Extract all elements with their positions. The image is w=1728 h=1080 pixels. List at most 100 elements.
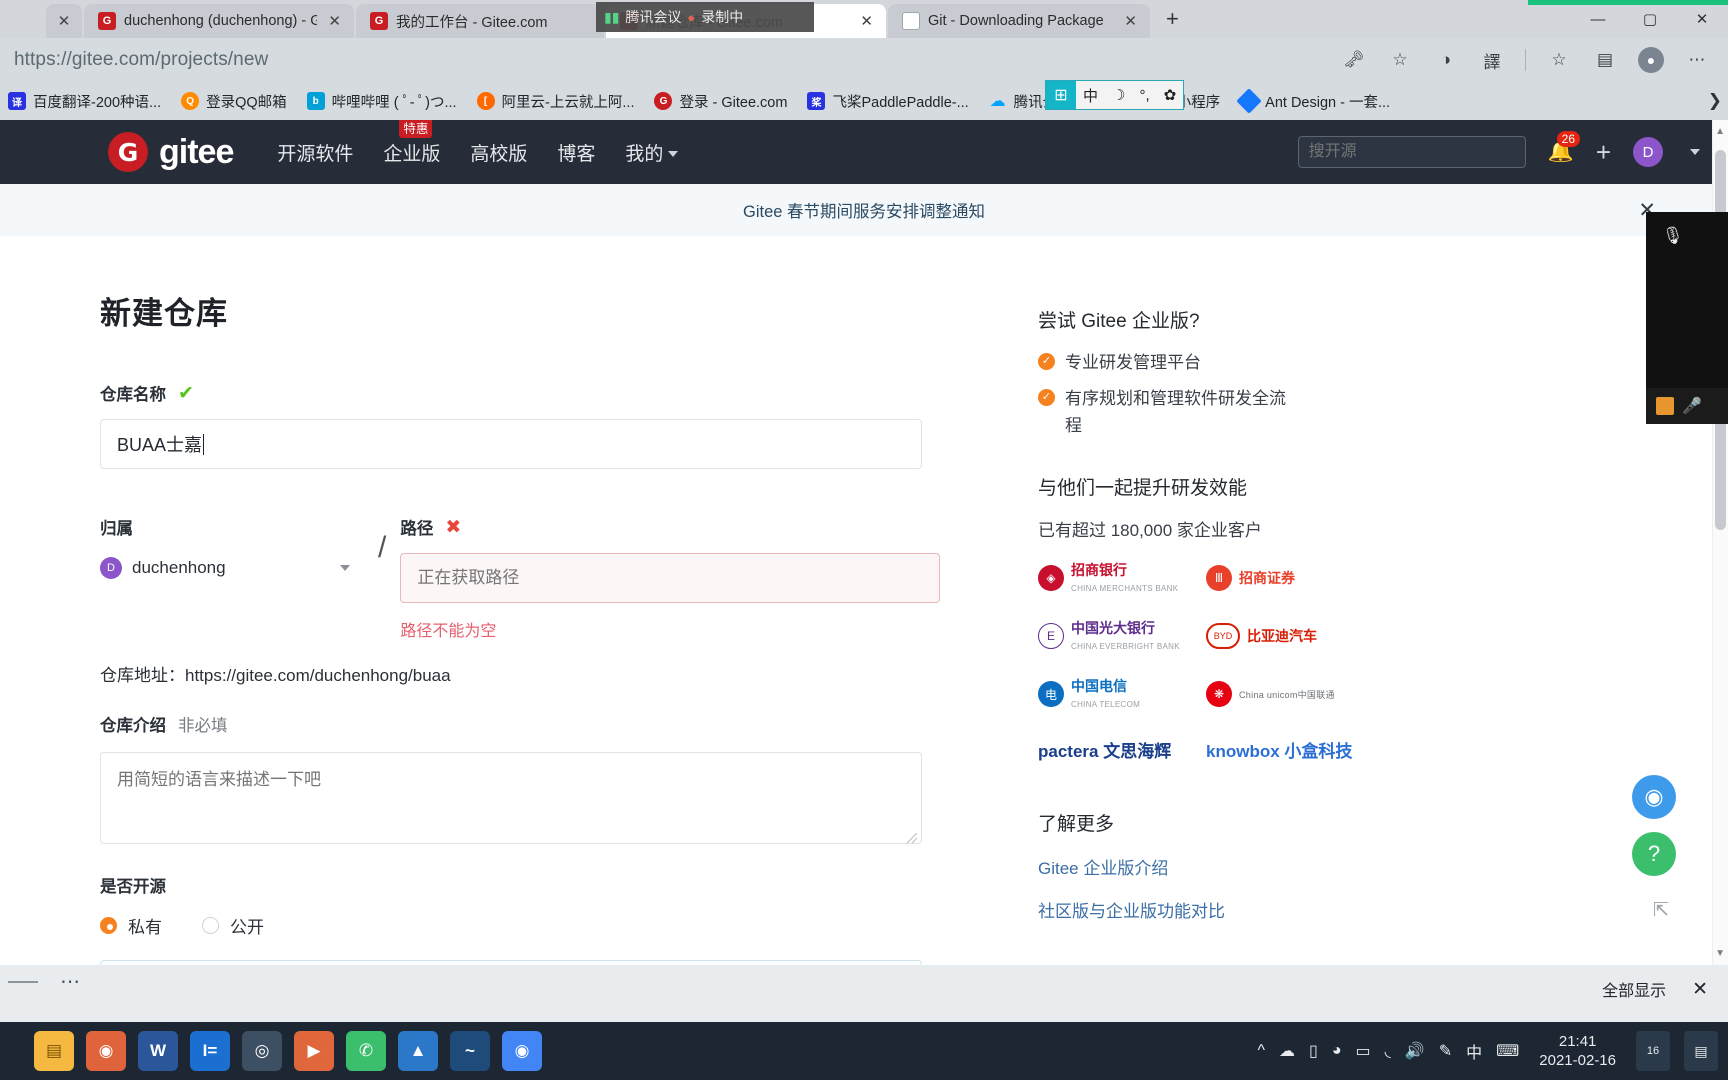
collections-icon[interactable]: ▤ [1592,47,1618,73]
word-icon[interactable]: W [138,1031,178,1071]
cloud-icon[interactable]: ☁ [1279,1041,1295,1061]
repo-name-input[interactable]: BUAA士嘉 [100,419,922,469]
bookmarks-overflow-icon[interactable]: ❯ [1708,91,1722,111]
ime-toolbar[interactable]: ⊞ 中 ☽ °, ✿ [1045,80,1185,110]
tencent-cloud-icon: ☁ [989,93,1006,110]
resize-grip-icon[interactable] [906,832,918,844]
radio-public[interactable]: 公开 [202,913,264,938]
close-icon[interactable]: ✕ [1692,978,1708,1001]
tab-duchenhong[interactable]: G duchenhong (duchenhong) - Git ✕ [84,4,354,38]
microphone-icon[interactable]: 🎙 [1662,226,1684,246]
tab-partial[interactable]: ✕ [46,4,82,38]
tab-workbench[interactable]: G 我的工作台 - Gitee.com [356,4,604,38]
chevron-up-icon[interactable]: ^ [1258,1042,1266,1060]
check-circle-icon: ✓ [1038,353,1055,370]
media-player-icon[interactable]: ▶ [294,1031,334,1071]
chevron-down-icon[interactable] [1690,149,1700,155]
owner-select[interactable]: D duchenhong [100,557,350,585]
moon-icon[interactable]: ☽ [1105,86,1132,104]
bookmark-item[interactable]: 译 百度翻译-200种语... [8,91,161,112]
nav-item-opensource[interactable]: 开源软件 [277,139,353,166]
terminal-icon[interactable]: ~ [450,1031,490,1071]
punctuation-icon[interactable]: °, [1132,87,1156,104]
tab-git-download[interactable]: ▤ Git - Downloading Package ✕ [888,4,1150,38]
maximize-button[interactable]: ▢ [1624,0,1676,38]
scroll-up-icon[interactable]: ▲ [1715,126,1725,137]
favorite-icon[interactable]: ☆ [1546,47,1572,73]
gitee-logo[interactable]: G gitee [108,132,234,172]
bookmark-item[interactable]: 桨 飞桨PaddlePaddle-... [807,91,969,112]
address-bar[interactable]: https://gitee.com/projects/new [14,49,1341,71]
translate-icon[interactable]: 譯 [1479,47,1505,73]
battery-icon[interactable]: ▯ [1309,1041,1318,1061]
notification-bell-icon[interactable]: 🔔 26 [1548,131,1581,164]
extension-icon[interactable]: ◑ [1433,47,1459,73]
more-icon[interactable]: ⋯ [60,972,82,992]
close-icon[interactable]: ✕ [1121,12,1140,30]
action-center-icon[interactable]: ▤ [1684,1031,1718,1071]
close-icon[interactable]: ✕ [55,12,74,30]
pen-icon[interactable]: ✎ [1439,1041,1452,1061]
bookmark-item[interactable]: G 登录 - Gitee.com [654,91,787,112]
chrome-icon[interactable]: ◉ [502,1031,542,1071]
taskbar: ▤ ◉ W I= ◎ ▶ ✆ ▲ ~ ◉ ^ ☁ ▯ ◕ ▭ ◟ 🔊 ✎ 中 ⌨… [0,1022,1728,1080]
close-window-button[interactable]: ✕ [1676,0,1728,38]
bookmark-item[interactable]: b 哔哩哔哩 ( ﾟ- ﾟ)つ... [306,91,457,112]
bookmark-item[interactable]: Q 登录QQ邮箱 [181,91,287,112]
notice-text[interactable]: Gitee 春节期间服务安排调整通知 [743,198,985,222]
nav-item-enterprise[interactable]: 特惠 企业版 [383,120,440,166]
check-circle-icon: ✓ [1038,389,1055,406]
nav-item-mine[interactable]: 我的 [625,139,679,166]
more-icon[interactable]: ⋯ [1684,47,1710,73]
folder-icon[interactable]: ▭ [1356,1041,1371,1061]
clock[interactable]: 21:41 2021-02-16 [1533,1032,1622,1070]
meeting-recording-overlay[interactable]: ▮▮ 腾讯会议 ● 录制中 [596,2,814,32]
person-icon[interactable] [1656,397,1674,415]
keyboard-icon[interactable]: ⊞ [1046,81,1076,109]
visual-app-icon[interactable]: ▲ [398,1031,438,1071]
add-new-icon[interactable]: + [1596,137,1611,168]
share-icon[interactable]: ⇱ [1646,895,1676,925]
minimize-button[interactable]: — [1572,0,1624,38]
profile-icon[interactable]: ● [1638,47,1664,73]
desc-textarea[interactable] [100,752,922,844]
star-icon[interactable]: ☆ [1387,47,1413,73]
microphone-icon[interactable]: 🎤 [1682,396,1702,416]
bookmark-item[interactable]: [ 阿里云-上云就上阿... [476,91,634,112]
new-tab-button[interactable]: + [1152,6,1193,38]
ime-indicator[interactable]: 中 [1466,1039,1482,1063]
key-icon[interactable]: 🗝 [1341,47,1367,73]
app-icon[interactable]: ◕ [1332,1042,1342,1060]
path-input[interactable] [400,553,941,603]
browser-firefox-icon[interactable]: ◉ [86,1031,126,1071]
editor-icon[interactable]: I= [190,1031,230,1071]
file-explorer-icon[interactable]: ▤ [34,1031,74,1071]
gear-icon[interactable]: ✿ [1157,86,1184,104]
help-icon[interactable]: ? [1632,832,1676,876]
link-enterprise-intro[interactable]: Gitee 企业版介绍 [1038,854,1430,879]
radio-private[interactable]: 私有 [100,913,162,938]
camera-app-icon[interactable]: ◎ [242,1031,282,1071]
keyboard-icon[interactable]: ⌨ [1496,1041,1519,1061]
desc-textarea-wrap [100,736,922,847]
ime-language-label[interactable]: 中 [1076,85,1105,106]
scroll-down-icon[interactable]: ▼ [1715,948,1725,959]
wechat-icon[interactable]: ✆ [346,1031,386,1071]
show-all-button[interactable]: 全部显示 [1602,977,1666,1001]
close-icon[interactable]: ✕ [325,12,344,30]
search-input[interactable] [1297,136,1526,168]
close-icon[interactable]: ✕ [857,12,876,30]
notification-badge[interactable]: 16 [1636,1031,1670,1071]
download-actions: 全部显示 ✕ [1602,977,1708,1001]
nav-item-campus[interactable]: 高校版 [470,139,527,166]
chevron-down-icon[interactable] [340,565,350,571]
avatar[interactable]: D [1633,137,1663,167]
wifi-icon[interactable]: ◟ [1385,1041,1391,1061]
nav-item-blog[interactable]: 博客 [557,139,595,166]
volume-icon[interactable]: 🔊 [1405,1041,1425,1061]
window-controls: — ▢ ✕ [1572,0,1728,38]
chat-icon[interactable]: ◉ [1632,775,1676,819]
link-compare-editions[interactable]: 社区版与企业版功能对比 [1038,897,1430,922]
webcam-overlay[interactable]: 🎙 🎤 [1646,212,1728,424]
bookmark-item[interactable]: Ant Design - 一套... [1236,88,1390,114]
